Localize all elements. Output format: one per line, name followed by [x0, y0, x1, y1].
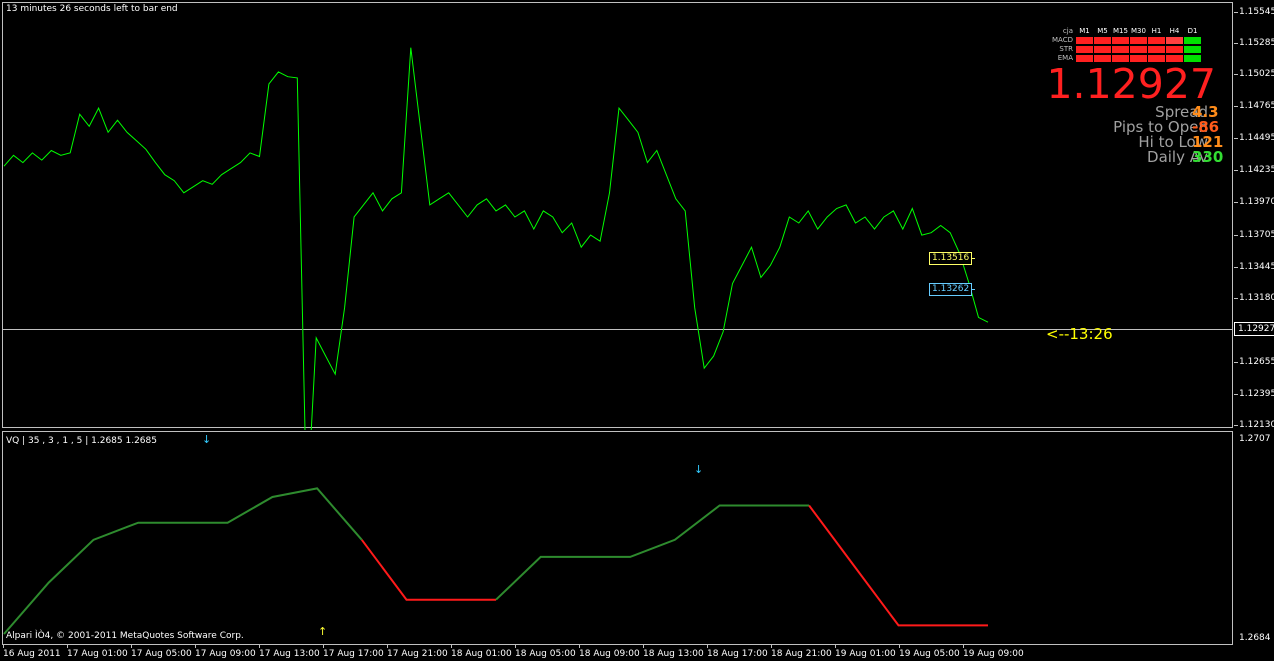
current-price-box: 1.12927: [1234, 322, 1274, 336]
level-label-blue: 1.13262: [929, 283, 973, 296]
timeframe-header: M15: [1113, 27, 1128, 35]
stat-value-daily-av: 330: [1192, 148, 1224, 166]
y-tick: 1.13180: [1233, 293, 1274, 303]
signal-cell: [1094, 45, 1111, 53]
x-tick: 16 Aug 2011: [3, 645, 61, 659]
x-tick: 18 Aug 17:00: [707, 645, 768, 659]
countdown-label: <--13:26: [1046, 325, 1113, 343]
y-tick: 1.15285: [1233, 38, 1274, 48]
y-tick: 1.14235: [1233, 165, 1274, 175]
dashboard-corner-label: cja: [1062, 27, 1073, 35]
x-tick: 18 Aug 01:00: [451, 645, 512, 659]
y-tick: 1.14765: [1233, 101, 1274, 111]
signal-row-label: MACD: [1052, 36, 1073, 44]
vq-indicator-chart[interactable]: [0, 431, 1234, 645]
big-price: 1.12927: [1046, 60, 1216, 108]
vq-up-segment: [495, 504, 810, 601]
x-tick: 18 Aug 05:00: [515, 645, 576, 659]
timeframe-header: D1: [1187, 27, 1198, 35]
level-label-yellow: 1.13516: [929, 252, 973, 265]
y-tick: 1.13445: [1233, 262, 1274, 272]
signal-cell: [1112, 36, 1129, 44]
vq-down-segment: [808, 504, 988, 627]
signal-cell: [1184, 36, 1201, 44]
arrow-down-icon: ↓: [202, 433, 212, 446]
timeframe-header: M5: [1097, 27, 1108, 35]
timeframe-header: H1: [1151, 27, 1162, 35]
y-tick: 1.12130: [1233, 420, 1274, 430]
signal-cell: [1184, 45, 1201, 53]
signal-cell: [1130, 45, 1147, 53]
x-tick: 17 Aug 21:00: [387, 645, 448, 659]
x-tick: 18 Aug 09:00: [579, 645, 640, 659]
signal-dashboard: cja M1 M5 M15 M30 H1 H4 D1 MACD STR EMA: [1043, 27, 1201, 62]
signal-cell: [1094, 36, 1111, 44]
price-series-line: [3, 47, 989, 430]
x-tick: 17 Aug 09:00: [195, 645, 256, 659]
y-tick: 1.15025: [1233, 69, 1274, 79]
y-tick: 1.13970: [1233, 197, 1274, 207]
signal-row-label: STR: [1059, 45, 1073, 53]
timeframe-header: M30: [1131, 27, 1146, 35]
arrow-down-icon: ↓: [694, 463, 704, 476]
x-tick: 17 Aug 17:00: [323, 645, 384, 659]
signal-cell: [1166, 36, 1183, 44]
x-tick: 18 Aug 21:00: [771, 645, 832, 659]
vq-up-segment: [3, 487, 363, 635]
signal-cell: [1112, 45, 1129, 53]
signal-cell: [1076, 36, 1093, 44]
signal-cell: [1076, 45, 1093, 53]
x-tick: 18 Aug 13:00: [643, 645, 704, 659]
copyright-text: Alpari ÌÒ4, © 2001-2011 MetaQuotes Softw…: [6, 631, 244, 641]
timeframe-header: H4: [1169, 27, 1180, 35]
timeframe-header: M1: [1079, 27, 1090, 35]
signal-cell: [1148, 45, 1165, 53]
indicator-y-bottom: 1.2684: [1239, 633, 1271, 643]
y-tick: 1.15545: [1233, 7, 1274, 17]
x-tick: 17 Aug 01:00: [67, 645, 128, 659]
y-tick: 1.14495: [1233, 133, 1274, 143]
x-tick: 19 Aug 09:00: [963, 645, 1024, 659]
indicator-y-top: 1.2707: [1239, 434, 1271, 444]
signal-grid: cja M1 M5 M15 M30 H1 H4 D1 MACD STR EMA: [1043, 27, 1201, 62]
x-tick: 19 Aug 05:00: [899, 645, 960, 659]
y-tick: 1.12655: [1233, 357, 1274, 367]
signal-cell: [1148, 36, 1165, 44]
vq-down-segment: [360, 539, 496, 601]
y-tick: 1.13705: [1233, 230, 1274, 240]
x-tick: 17 Aug 05:00: [131, 645, 192, 659]
signal-cell: [1130, 36, 1147, 44]
signal-cell: [1166, 45, 1183, 53]
y-tick: 1.12395: [1233, 389, 1274, 399]
arrow-up-icon: ↑: [318, 625, 328, 638]
x-tick: 17 Aug 13:00: [259, 645, 320, 659]
x-tick: 19 Aug 01:00: [835, 645, 896, 659]
